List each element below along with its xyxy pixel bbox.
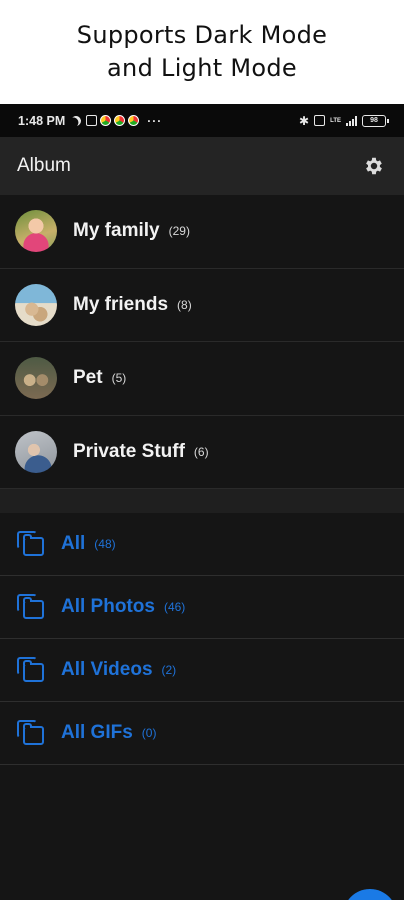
filter-name: All Videos — [61, 659, 153, 680]
album-name: Pet — [73, 367, 103, 389]
battery-level: 98 — [370, 117, 378, 124]
folders-icon — [17, 657, 45, 683]
folders-icon — [17, 531, 45, 557]
filter-name: All Photos — [61, 596, 155, 617]
album-thumbnail — [15, 283, 57, 326]
chrome-icon — [100, 115, 112, 126]
album-item-private-stuff[interactable]: Private Stuff (6) — [0, 416, 404, 489]
app-notification-icon — [86, 115, 98, 126]
album-list: My family (29) My friends (8) Pet (5) Pr… — [0, 195, 404, 489]
album-item-pet[interactable]: Pet (5) — [0, 342, 404, 416]
battery-icon: 98 — [362, 114, 389, 127]
status-notification-icons — [69, 114, 140, 128]
album-count: (5) — [111, 371, 127, 386]
bluetooth-icon: ✱ — [299, 113, 310, 128]
gear-icon[interactable] — [361, 153, 387, 179]
sim-icon — [314, 115, 326, 126]
chrome-icon — [114, 115, 126, 126]
status-bar: 1:48 PM ··· ✱ LTE 98 — [0, 104, 404, 137]
album-count: (6) — [193, 444, 209, 459]
album-thumbnail — [15, 210, 57, 253]
signal-icon — [346, 115, 357, 126]
promo-title-line-2: and Light Mode — [107, 54, 297, 82]
media-filter-list: All (48) All Photos (46) All Videos (2) … — [0, 513, 404, 765]
album-name: My friends — [73, 293, 169, 315]
album-thumbnail — [15, 430, 57, 473]
album-item-my-family[interactable]: My family (29) — [0, 195, 404, 269]
status-time: 1:48 PM — [18, 113, 66, 128]
filter-count: (0) — [141, 726, 157, 740]
filter-count: (48) — [94, 537, 116, 551]
filter-item-all-photos[interactable]: All Photos (46) — [0, 576, 404, 639]
album-name: Private Stuff — [73, 440, 185, 462]
filter-count: (46) — [163, 600, 186, 614]
promo-banner: Supports Dark Mode and Light Mode — [0, 0, 404, 104]
filter-item-all[interactable]: All (48) — [0, 513, 404, 576]
more-notifications-icon: ··· — [147, 113, 163, 128]
filter-item-all-gifs[interactable]: All GIFs (0) — [0, 702, 404, 765]
chrome-icon — [128, 115, 140, 126]
network-type: LTE — [330, 117, 341, 124]
filter-name: All GIFs — [61, 722, 133, 743]
filter-count: (2) — [161, 663, 177, 677]
folders-icon — [17, 720, 45, 746]
status-system-icons: ✱ LTE 98 — [299, 113, 389, 128]
section-divider — [0, 489, 404, 513]
app-bar: Album — [0, 137, 404, 195]
album-count: (8) — [177, 297, 192, 312]
promo-title-line-1: Supports Dark Mode — [76, 21, 328, 49]
page-title: Album — [17, 155, 71, 176]
album-item-my-friends[interactable]: My friends (8) — [0, 269, 404, 342]
phone-screen: 1:48 PM ··· ✱ LTE 98 Album My family (29… — [0, 104, 404, 900]
album-thumbnail — [15, 357, 57, 400]
album-name: My family — [73, 220, 160, 242]
add-button[interactable] — [343, 889, 397, 900]
do-not-disturb-icon — [69, 114, 83, 128]
filter-item-all-videos[interactable]: All Videos (2) — [0, 639, 404, 702]
filter-name: All — [61, 533, 86, 554]
folders-icon — [17, 594, 45, 620]
album-count: (29) — [168, 224, 190, 239]
